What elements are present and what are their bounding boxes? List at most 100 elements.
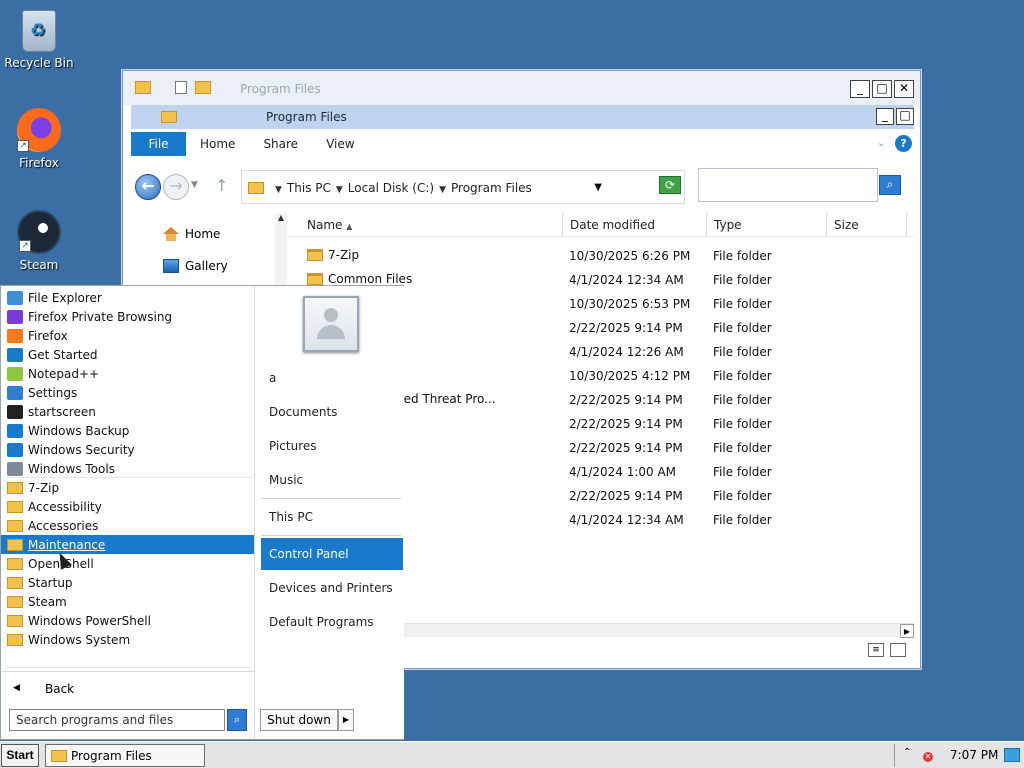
program-item-notepad-[interactable]: Notepad++ (1, 364, 254, 383)
tab-file[interactable]: File (131, 132, 186, 156)
desktop-icon-label: Firefox (19, 156, 59, 170)
program-item-windows-security[interactable]: Windows Security (1, 440, 254, 459)
address-bar[interactable]: ▼ This PC ▼ Local Disk (C:) ▼ Program Files ▼ (241, 170, 685, 204)
file-name: Common Files (328, 272, 413, 286)
user-avatar[interactable] (303, 296, 359, 352)
file-date: 2/22/2025 9:14 PM (569, 417, 683, 431)
program-item-maintenance[interactable]: Maintenance (1, 535, 254, 554)
program-item-startup[interactable]: Startup (1, 573, 254, 592)
window-title: Program Files (240, 82, 321, 96)
help-icon[interactable]: ? (895, 135, 912, 152)
shut-down-button[interactable]: Shut down (260, 709, 338, 731)
program-item-windows-powershell[interactable]: Windows PowerShell (1, 611, 254, 630)
show-hidden-icons-icon[interactable]: ⌃ (903, 747, 911, 758)
forward-button[interactable]: → (163, 174, 189, 200)
folder-icon (7, 500, 23, 513)
program-item-settings[interactable]: Settings (1, 383, 254, 402)
new-folder-icon[interactable] (195, 81, 211, 94)
tab-share[interactable]: Share (249, 132, 312, 156)
address-dropdown-icon[interactable]: ▼ (594, 182, 602, 193)
search-input[interactable] (698, 168, 878, 202)
minimize-button[interactable]: _ (850, 80, 870, 98)
maximize-button[interactable]: □ (872, 80, 892, 98)
recycle-bin-icon (22, 10, 56, 52)
large-icons-view-icon[interactable] (890, 643, 906, 657)
program-item-windows-tools[interactable]: Windows Tools (1, 459, 254, 478)
firefox-icon: ↗ (17, 108, 61, 152)
shortcut-arrow-icon: ↗ (17, 140, 29, 152)
program-item-7-zip[interactable]: 7-Zip (1, 478, 254, 497)
maximize-button[interactable]: □ (896, 108, 914, 125)
program-label: Maintenance (28, 537, 106, 552)
column-name[interactable]: Name ▲ (287, 213, 563, 237)
search-button[interactable]: ⌕ (879, 175, 901, 195)
program-item-accessories[interactable]: Accessories (1, 516, 254, 535)
details-view-icon[interactable]: ≡ (868, 643, 884, 657)
show-desktop-icon[interactable] (1004, 748, 1020, 762)
expand-ribbon-icon[interactable]: ⌄ (877, 136, 886, 149)
search-button[interactable]: ⌕ (227, 709, 247, 731)
menu-item-control-panel[interactable]: Control Panel (261, 538, 403, 570)
taskbar-app-program-files[interactable]: Program Files (45, 744, 205, 767)
user-name[interactable]: a (261, 362, 403, 394)
minimize-button[interactable]: _ (876, 108, 894, 125)
program-item-open-shell[interactable]: Open-Shell (1, 554, 254, 573)
program-item-windows-system[interactable]: Windows System (1, 630, 254, 649)
start-button[interactable]: Start (1, 744, 39, 767)
menu-item-devices-and-printers[interactable]: Devices and Printers (261, 572, 403, 604)
nav-item-gallery[interactable]: Gallery (163, 259, 228, 273)
program-label: startscreen (28, 404, 96, 419)
tab-view[interactable]: View (312, 132, 368, 156)
breadcrumb-program-files[interactable]: Program Files (451, 181, 532, 195)
column-type[interactable]: Type (707, 213, 827, 237)
breadcrumb-this-pc[interactable]: This PC (287, 181, 331, 195)
properties-icon[interactable] (175, 81, 187, 94)
program-item-firefox[interactable]: Firefox (1, 326, 254, 345)
menu-item-documents[interactable]: Documents (261, 396, 403, 428)
program-item-startscreen[interactable]: startscreen (1, 402, 254, 421)
inner-title-bar[interactable]: Program Files _ □ (131, 105, 914, 129)
file-row[interactable]: 7-Zip 10/30/2025 6:26 PM File folder (287, 244, 914, 268)
file-explorer-icon (7, 290, 23, 305)
menu-item-music[interactable]: Music (261, 464, 403, 496)
clock[interactable]: 7:07 PM (950, 748, 998, 762)
program-item-firefox-private-browsing[interactable]: Firefox Private Browsing (1, 307, 254, 326)
file-date: 10/30/2025 4:12 PM (569, 369, 691, 383)
program-item-steam[interactable]: Steam (1, 592, 254, 611)
column-date-modified[interactable]: Date modified (563, 213, 707, 237)
file-type: File folder (713, 393, 772, 407)
refresh-button[interactable]: ⟳ (659, 176, 681, 194)
menu-item-this-pc[interactable]: This PC (261, 501, 403, 533)
menu-item-default-programs[interactable]: Default Programs (261, 606, 403, 638)
back-button[interactable]: ◀ Back (1, 671, 254, 705)
program-item-get-started[interactable]: Get Started (1, 345, 254, 364)
breadcrumb-local-disk[interactable]: Local Disk (C:) (348, 181, 434, 195)
program-item-windows-backup[interactable]: Windows Backup (1, 421, 254, 440)
column-size[interactable]: Size (827, 213, 907, 237)
folder-icon (7, 633, 23, 646)
file-type: File folder (713, 513, 772, 527)
program-label: Steam (28, 594, 67, 609)
steam-icon: ↗ (17, 210, 61, 254)
sort-ascending-icon: ▲ (346, 222, 353, 231)
program-label: Windows Security (28, 442, 135, 457)
desktop-icon-steam[interactable]: ↗ Steam (1, 210, 77, 272)
desktop-icon-recycle-bin[interactable]: Recycle Bin (1, 10, 77, 70)
title-bar[interactable]: Program Files _ □ ✕ (123, 71, 920, 105)
back-button[interactable]: ← (135, 174, 161, 200)
shut-down-options-button[interactable]: ▶ (338, 709, 354, 731)
program-item-file-explorer[interactable]: File Explorer (1, 288, 254, 307)
nav-item-label: Gallery (185, 259, 228, 273)
close-button[interactable]: ✕ (894, 80, 914, 98)
menu-item-pictures[interactable]: Pictures (261, 430, 403, 462)
search-programs-input[interactable]: Search programs and files (9, 709, 225, 731)
desktop-icon-firefox[interactable]: ↗ Firefox (1, 108, 77, 170)
firefox-icon (7, 328, 23, 343)
nav-item-home[interactable]: Home (163, 227, 220, 241)
tab-home[interactable]: Home (186, 132, 249, 156)
network-error-icon[interactable]: ✕ (923, 752, 933, 762)
program-item-accessibility[interactable]: Accessibility (1, 497, 254, 516)
up-button[interactable]: ↑ (215, 176, 228, 195)
program-label: Settings (28, 385, 78, 400)
recent-locations-icon[interactable]: ▼ (191, 180, 198, 190)
